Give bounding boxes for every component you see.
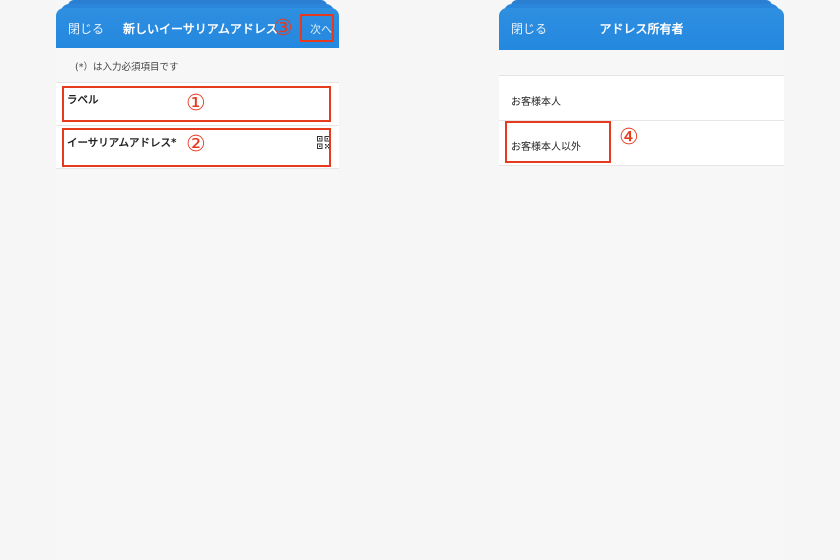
navigation-bar: 閉じる 新しいイーサリアムアドレス 次へ (56, 8, 339, 48)
page-title: 新しいイーサリアムアドレス (123, 22, 278, 36)
sheet-stack: 閉じる 新しいイーサリアムアドレス 次へ (56, 0, 339, 48)
close-button[interactable]: 閉じる (68, 20, 104, 37)
page-title: アドレス所有者 (599, 22, 684, 36)
owner-option-label: お客様本人 (511, 97, 561, 108)
sheet-stack: 閉じる アドレス所有者 (499, 0, 784, 50)
tutorial-screenshot: 閉じる 新しいイーサリアムアドレス 次へ (*）は入力必須項目です ラベル イー… (0, 0, 840, 560)
navigation-bar: 閉じる アドレス所有者 (499, 8, 784, 50)
new-ethereum-address-screen: 閉じる 新しいイーサリアムアドレス 次へ (*）は入力必須項目です ラベル イー… (56, 0, 339, 560)
annotation-box-other-owner (505, 121, 611, 163)
annotation-box-next-button (300, 14, 334, 42)
address-owner-screen: 閉じる アドレス所有者 お客様本人 お客様本人以外 (499, 0, 784, 560)
annotation-marker-4: ④ (619, 125, 639, 150)
owner-option-self[interactable]: お客様本人 (499, 76, 784, 121)
annotation-marker-3: ③ (273, 16, 293, 41)
annotation-marker-1: ① (186, 91, 206, 116)
annotation-marker-2: ② (186, 132, 206, 157)
required-fields-note: (*）は入力必須項目です (75, 62, 179, 73)
